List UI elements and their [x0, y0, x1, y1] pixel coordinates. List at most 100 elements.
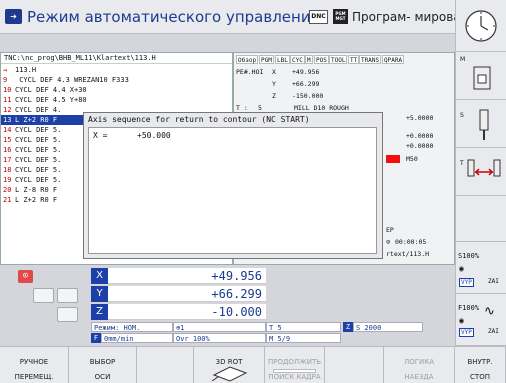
line-text: CYCL DEF 5.	[15, 166, 62, 174]
line-text: CYCL DEF 4.	[15, 106, 62, 114]
program-line[interactable]: 11 CYCL DEF 4.5 Y+80	[1, 95, 232, 105]
softkey-1[interactable]: РУЧНОЕ ПЕРЕМЕЩ.	[0, 346, 69, 383]
z-axis-icon: Z	[343, 322, 353, 332]
program-line[interactable]: → 113.H	[1, 65, 232, 75]
status-tab[interactable]: CYC	[290, 55, 305, 64]
softkey-5[interactable]: ПРОДОЛЖИТЬ ПОИСК КАДРА	[265, 346, 325, 383]
softkey-label-top: ВЫБОР	[89, 358, 116, 366]
feed-cw-icon: ◉	[459, 316, 464, 325]
program-line[interactable]: 10 CYCL DEF 4.4 X+30	[1, 85, 232, 95]
tool-change-icon	[467, 159, 501, 177]
preset-label: PE#.HOI	[236, 68, 264, 76]
spindle-icon	[479, 109, 489, 140]
spindle-info: ⊕1	[173, 322, 266, 332]
softkey-label-bottom: СТОП	[470, 373, 490, 381]
position-display: ⊙ X +49.956 Y +66.299 Z -10.000 Режим: Н…	[0, 265, 455, 345]
line-number: 9	[3, 76, 8, 84]
status-axis-z: Z	[272, 92, 276, 100]
pgm-mgt-icon[interactable]: PGM MGT	[333, 9, 348, 24]
spindle-cw-icon: ◉	[459, 264, 464, 273]
f-override-value: F100%	[458, 304, 480, 312]
f-override-key[interactable]: F100% ∿ ◉ VYP ZAI	[455, 294, 506, 346]
line-number: 19	[3, 176, 12, 184]
softkey-label-bottom: ПЕРЕМЕЩ.	[14, 373, 54, 381]
line-text: 113.H	[15, 66, 37, 74]
tool-info: T 5	[266, 322, 341, 332]
status-right-2: +0.0000	[406, 132, 434, 140]
softkey-6[interactable]	[325, 346, 384, 383]
status-tab[interactable]: POS	[314, 55, 329, 64]
softkey-label-top: РУЧНОЕ	[19, 358, 49, 366]
status-tab[interactable]: LBL	[275, 55, 290, 64]
timer-icon: ⊙	[386, 238, 391, 246]
3d-rotation-icon	[211, 366, 248, 382]
line-number: 10	[3, 86, 12, 94]
feed-wave-icon: ∿	[484, 304, 495, 319]
status-value-x: +49.956	[292, 68, 320, 76]
s-override-key[interactable]: S100% ◉ VYP ZAI	[455, 242, 506, 294]
softkey-7[interactable]: ЛОГИКА НАЕЗДА	[384, 346, 455, 383]
t-tool-key[interactable]: T	[455, 148, 506, 196]
status-right-3: +0.0000	[406, 142, 434, 150]
line-number: 15	[3, 136, 12, 144]
status-tab[interactable]: Обзор	[236, 55, 259, 64]
line-number: 11	[3, 96, 12, 104]
status-right-1: +5.0000	[406, 114, 434, 122]
vyp-label-2: VYP	[459, 328, 474, 337]
dialog-title: Axis sequence for return to contour (NC …	[88, 115, 310, 124]
line-number: 12	[3, 106, 12, 114]
status-value-y: +66.299	[292, 80, 320, 88]
status-tab[interactable]: M	[305, 55, 313, 64]
line-text: L Z+2 R0 F	[15, 196, 58, 204]
program-line[interactable]: 9 CYCL DEF 4.3 WREZAN10 F333	[1, 75, 232, 85]
line-number: 16	[3, 146, 12, 154]
line-text: CYCL DEF 4.3 WREZAN10 F333	[15, 76, 129, 84]
status-tab[interactable]: TT	[348, 55, 360, 64]
m-key-label: M	[460, 56, 466, 63]
status-tab[interactable]: QPARA	[382, 55, 405, 64]
aux-button-3[interactable]	[57, 307, 78, 322]
line-text: CYCL DEF 4.4 X+30	[15, 86, 87, 94]
line-text: CYCL DEF 4.5 Y+80	[15, 96, 87, 104]
softkey-label-bottom: ОСИ	[94, 373, 111, 381]
dialog-axis-value[interactable]: +50.000	[137, 131, 171, 140]
status-red-indicator	[386, 155, 400, 163]
s-spindle-key[interactable]: S	[455, 100, 506, 148]
softkey-2[interactable]: ВЫБОР ОСИ	[69, 346, 137, 383]
dnc-icon[interactable]: DNC	[309, 10, 328, 24]
empty-side-key-1[interactable]	[455, 196, 506, 242]
stop-label: EP	[386, 226, 394, 234]
program-path: TNC:\nc_prog\BHB_ML11\Klartext\113.H	[1, 53, 232, 64]
mode-arrow-icon: ➔	[5, 9, 22, 24]
softkey-label-top: ВНУТР.	[467, 358, 493, 366]
mode-info: Режим: НОМ.	[91, 322, 173, 332]
status-tab[interactable]: TOOL	[329, 55, 348, 64]
axis-label-y: Y	[91, 286, 108, 302]
status-tab[interactable]: TRANS	[359, 55, 382, 64]
axis-value-x: +49.956	[108, 268, 266, 284]
line-text: CYCL DEF 5.	[15, 176, 62, 184]
softkey-4[interactable]: 3D ROT	[194, 346, 265, 383]
m-function-key[interactable]: M	[455, 52, 506, 100]
line-number: 13	[3, 116, 12, 124]
alarm-icon[interactable]: ⊙	[18, 270, 33, 283]
aux-button-1[interactable]	[33, 288, 54, 303]
dialog-axis-label: X =	[93, 131, 108, 140]
aux-button-2[interactable]	[57, 288, 78, 303]
softkey-label-bottom: ПОИСК КАДРА	[268, 373, 321, 381]
status-axis-y: Y	[272, 80, 276, 88]
axis-label-z: Z	[91, 304, 108, 320]
clock-widget[interactable]	[455, 0, 506, 52]
m-function-icon	[473, 66, 491, 90]
softkey-8[interactable]: ВНУТР. СТОП	[455, 346, 506, 383]
axis-value-y: +66.299	[108, 286, 266, 302]
line-text: L Z-8 R0 F	[15, 186, 58, 194]
feed-f-icon: F	[91, 333, 101, 343]
line-number: 17	[3, 156, 12, 164]
header-bar: ➔ Режим автоматического управления DNC P…	[0, 0, 481, 34]
line-text: CYCL DEF 5.	[15, 136, 62, 144]
softkey-3[interactable]	[137, 346, 194, 383]
line-number: →	[3, 66, 8, 74]
status-tab[interactable]: PGM	[259, 55, 274, 64]
m-info: M 5/9	[266, 333, 341, 343]
